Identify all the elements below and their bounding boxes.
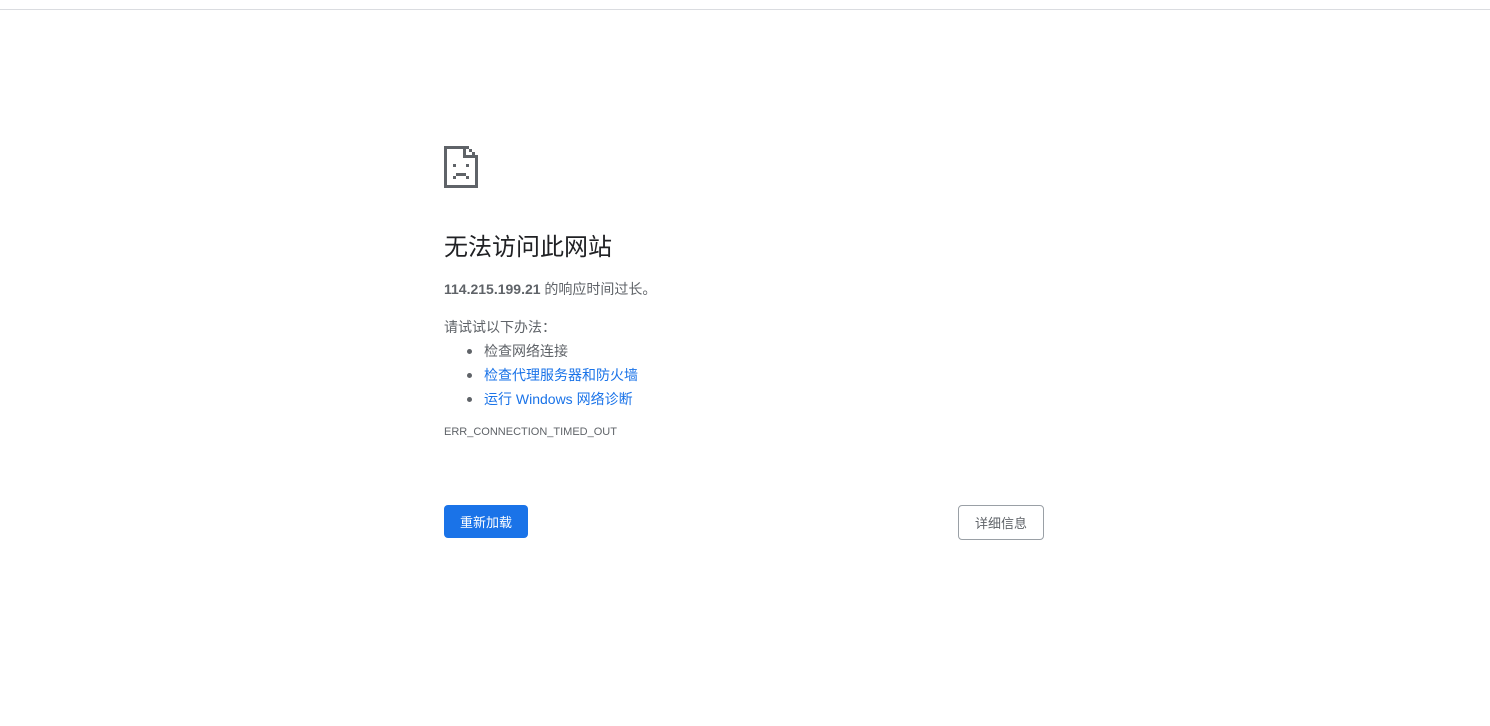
suggestion-check-connection: 检查网络连接 [444,339,1044,363]
host-address: 114.215.199.21 [444,281,541,297]
sad-page-icon [444,146,478,188]
error-container: 无法访问此网站 114.215.199.21 的响应时间过长。 请试试以下办法：… [444,146,1044,540]
suggestion-run-diagnostics-link[interactable]: 运行 Windows 网络诊断 [444,387,1044,411]
error-summary: 114.215.199.21 的响应时间过长。 [444,279,1044,299]
details-button[interactable]: 详细信息 [958,505,1044,540]
error-code: ERR_CONNECTION_TIMED_OUT [444,426,617,438]
suggestions-list: 检查网络连接 检查代理服务器和防火墙 运行 Windows 网络诊断 [444,339,1044,411]
summary-suffix: 的响应时间过长。 [540,281,657,297]
reload-button[interactable]: 重新加载 [444,505,528,538]
suggestions-heading: 请试试以下办法： [444,319,556,335]
top-divider [0,9,1490,10]
page-title: 无法访问此网站 [444,234,612,261]
suggestion-check-proxy-firewall-link[interactable]: 检查代理服务器和防火墙 [444,363,1044,387]
